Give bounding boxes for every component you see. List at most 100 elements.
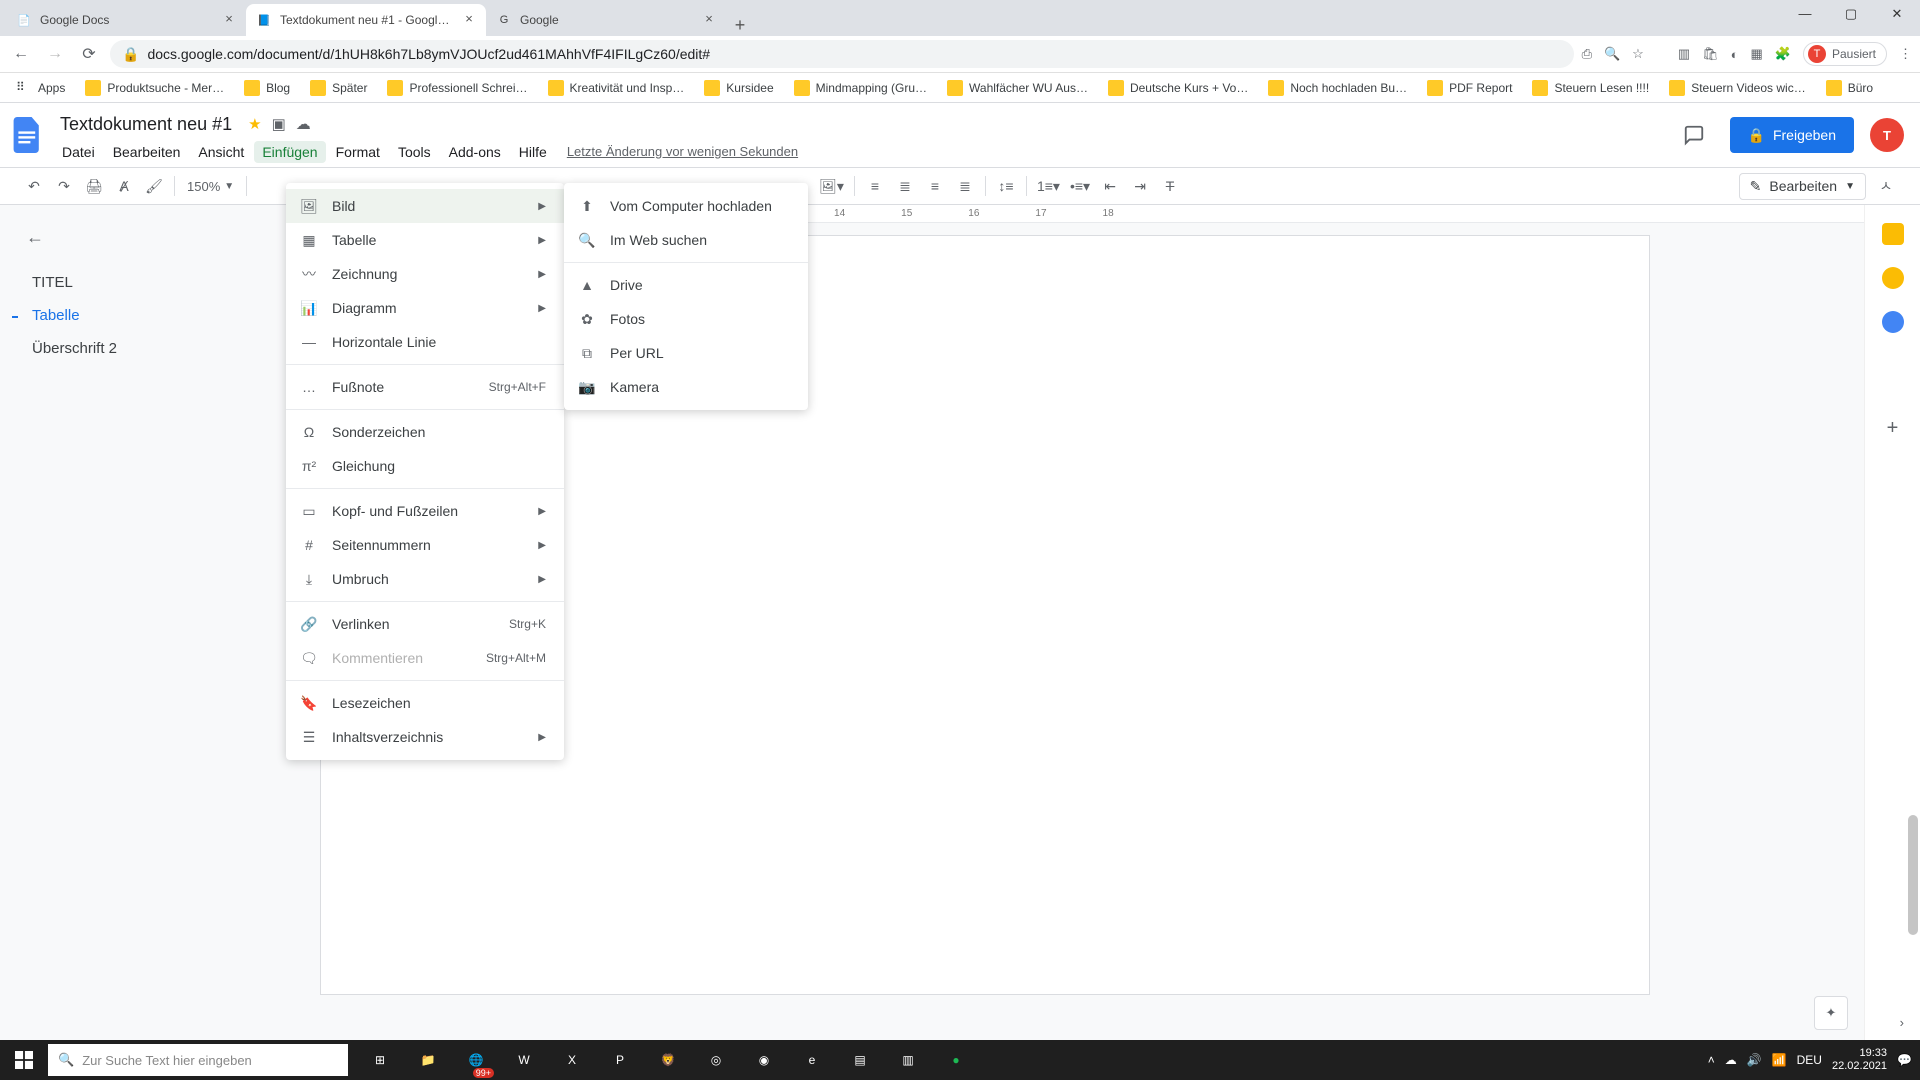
bookmark-item[interactable]: Noch hochladen Bu… (1260, 75, 1415, 101)
language-indicator[interactable]: DEU (1797, 1053, 1822, 1067)
extensions-icon[interactable]: 🧩 (1775, 46, 1791, 62)
excel-button[interactable]: X (548, 1040, 596, 1080)
close-icon[interactable]: × (702, 13, 716, 27)
add-on-button[interactable]: + (1887, 417, 1899, 440)
last-edit-link[interactable]: Letzte Änderung vor wenigen Sekunden (567, 144, 798, 159)
paint-format-button[interactable]: 🖌 (140, 172, 168, 200)
qr-icon[interactable]: ▥ (1678, 46, 1690, 62)
edge-button[interactable]: 🌐99+ (452, 1040, 500, 1080)
menu-item-verlinken[interactable]: 🔗 Verlinken Strg+K (286, 607, 564, 641)
collapse-toolbar-button[interactable]: ㅅ (1872, 172, 1900, 200)
keep-icon[interactable] (1882, 267, 1904, 289)
outline-item[interactable]: TITEL (26, 266, 274, 299)
chrome-button[interactable]: ◉ (740, 1040, 788, 1080)
bookmark-item[interactable]: Mindmapping (Gru… (786, 75, 935, 101)
menu-item-tabelle[interactable]: ▦ Tabelle ▶ (286, 223, 564, 257)
taskbar-clock[interactable]: 19:33 22.02.2021 (1832, 1047, 1887, 1073)
bookmark-star-icon[interactable]: ☆ (1632, 46, 1644, 62)
profile-button[interactable]: T Pausiert (1803, 42, 1887, 66)
notifications-button[interactable]: 💬 (1897, 1053, 1912, 1067)
outline-collapse-button[interactable]: ← (26, 227, 274, 248)
tray-overflow-button[interactable]: ˄ (1708, 1053, 1715, 1067)
share-button[interactable]: 🔒 Freigeben (1730, 117, 1854, 153)
submenu-item-im-web-suchen[interactable]: 🔍 Im Web suchen (564, 223, 808, 257)
star-icon[interactable]: ★ (248, 115, 261, 133)
print-button[interactable]: 🖨 (80, 172, 108, 200)
tasks-icon[interactable] (1882, 311, 1904, 333)
bookmark-item[interactable]: Kreativität und Insp… (540, 75, 693, 101)
menu-bearbeiten[interactable]: Bearbeiten (105, 141, 189, 163)
taskbar-search[interactable]: 🔍 Zur Suche Text hier eingeben (48, 1044, 348, 1076)
onedrive-icon[interactable]: ☁ (1725, 1053, 1737, 1067)
menu-item-bild[interactable]: 🖼 Bild ▶ (286, 189, 564, 223)
show-side-panel-button[interactable]: › (1900, 1015, 1904, 1030)
menu-einfügen[interactable]: Einfügen (254, 141, 325, 163)
close-icon[interactable]: × (462, 13, 476, 27)
app-button[interactable]: ▤ (836, 1040, 884, 1080)
decrease-indent-button[interactable]: ⇤ (1096, 172, 1124, 200)
numbered-list-button[interactable]: 1≡▾ (1033, 172, 1064, 200)
redo-button[interactable]: ↷ (50, 172, 78, 200)
close-window-button[interactable]: ✕ (1874, 0, 1920, 30)
task-view-button[interactable]: ⊞ (356, 1040, 404, 1080)
submenu-item-kamera[interactable]: 📷 Kamera (564, 370, 808, 404)
bookmark-item[interactable]: Büro (1818, 75, 1881, 101)
outline-item[interactable]: Überschrift 2 (26, 332, 274, 365)
menu-item-umbruch[interactable]: ⤓ Umbruch ▶ (286, 562, 564, 596)
submenu-item-vom-computer-hochladen[interactable]: ⬆ Vom Computer hochladen (564, 189, 808, 223)
insert-image-button[interactable]: 🖼▾ (815, 172, 848, 200)
spotify-button[interactable]: ● (932, 1040, 980, 1080)
zoom-select[interactable]: 150%▼ (181, 179, 240, 194)
bulleted-list-button[interactable]: •≡▾ (1066, 172, 1094, 200)
calendar-icon[interactable] (1882, 223, 1904, 245)
outline-item[interactable]: Tabelle (26, 299, 274, 332)
menu-item-zeichnung[interactable]: 〰 Zeichnung ▶ (286, 257, 564, 291)
submenu-item-drive[interactable]: ▲ Drive (564, 268, 808, 302)
align-left-button[interactable]: ≡ (861, 172, 889, 200)
volume-icon[interactable]: 🔊 (1747, 1053, 1762, 1067)
menu-tools[interactable]: Tools (390, 141, 439, 163)
menu-item-sonderzeichen[interactable]: Ω Sonderzeichen (286, 415, 564, 449)
back-button[interactable]: ← (8, 41, 34, 67)
undo-button[interactable]: ↶ (20, 172, 48, 200)
menu-item-seitennummern[interactable]: # Seitennummern ▶ (286, 528, 564, 562)
eye-icon[interactable]: ◐ (1731, 47, 1739, 62)
reload-button[interactable]: ⟳ (76, 41, 102, 67)
ext-icon[interactable]: ▦ (1750, 46, 1762, 62)
bookmark-item[interactable]: Steuern Videos wic… (1661, 75, 1814, 101)
minimize-button[interactable]: — (1782, 0, 1828, 30)
submenu-item-fotos[interactable]: ✿ Fotos (564, 302, 808, 336)
bookmark-item[interactable]: Professionell Schrei… (379, 75, 535, 101)
file-explorer-button[interactable]: 📁 (404, 1040, 452, 1080)
align-center-button[interactable]: ≣ (891, 172, 919, 200)
word-button[interactable]: W (500, 1040, 548, 1080)
bookmark-item[interactable]: Später (302, 75, 375, 101)
menu-item-horizontale-linie[interactable]: — Horizontale Linie (286, 325, 564, 359)
menu-item-kommentieren[interactable]: 🗨 Kommentieren Strg+Alt+M (286, 641, 564, 675)
close-icon[interactable]: × (222, 13, 236, 27)
submenu-item-per-url[interactable]: ⧉ Per URL (564, 336, 808, 370)
maximize-button[interactable]: ▢ (1828, 0, 1874, 30)
wifi-icon[interactable]: 📶 (1772, 1053, 1787, 1067)
menu-item-lesezeichen[interactable]: 🔖 Lesezeichen (286, 686, 564, 720)
notepad-button[interactable]: ▥ (884, 1040, 932, 1080)
align-right-button[interactable]: ≡ (921, 172, 949, 200)
start-button[interactable] (0, 1040, 48, 1080)
account-avatar[interactable]: T (1870, 118, 1904, 152)
bookmark-item[interactable]: Kursidee (696, 75, 781, 101)
document-title[interactable]: Textdokument neu #1 (54, 112, 238, 137)
menu-add-ons[interactable]: Add-ons (441, 141, 509, 163)
address-bar[interactable]: 🔒 docs.google.com/document/d/1hUH8k6h7Lb… (110, 40, 1574, 68)
bookmark-item[interactable]: Steuern Lesen !!!! (1524, 75, 1657, 101)
browser-tab[interactable]: 📄 Google Docs × (6, 4, 246, 36)
menu-item-gleichung[interactable]: π² Gleichung (286, 449, 564, 483)
menu-datei[interactable]: Datei (54, 141, 103, 163)
browser-tab[interactable]: G Google × (486, 4, 726, 36)
spellcheck-button[interactable]: Ⱥ (110, 172, 138, 200)
brave-button[interactable]: 🦁 (644, 1040, 692, 1080)
editing-mode-button[interactable]: ✎ Bearbeiten ▼ (1739, 173, 1866, 200)
cart-icon[interactable]: 🛍 (1702, 46, 1719, 62)
scrollbar-thumb[interactable] (1908, 815, 1918, 935)
menu-item-kopf-und-fu-zeilen[interactable]: ▭ Kopf- und Fußzeilen ▶ (286, 494, 564, 528)
menu-icon[interactable]: ⋮ (1899, 46, 1912, 62)
